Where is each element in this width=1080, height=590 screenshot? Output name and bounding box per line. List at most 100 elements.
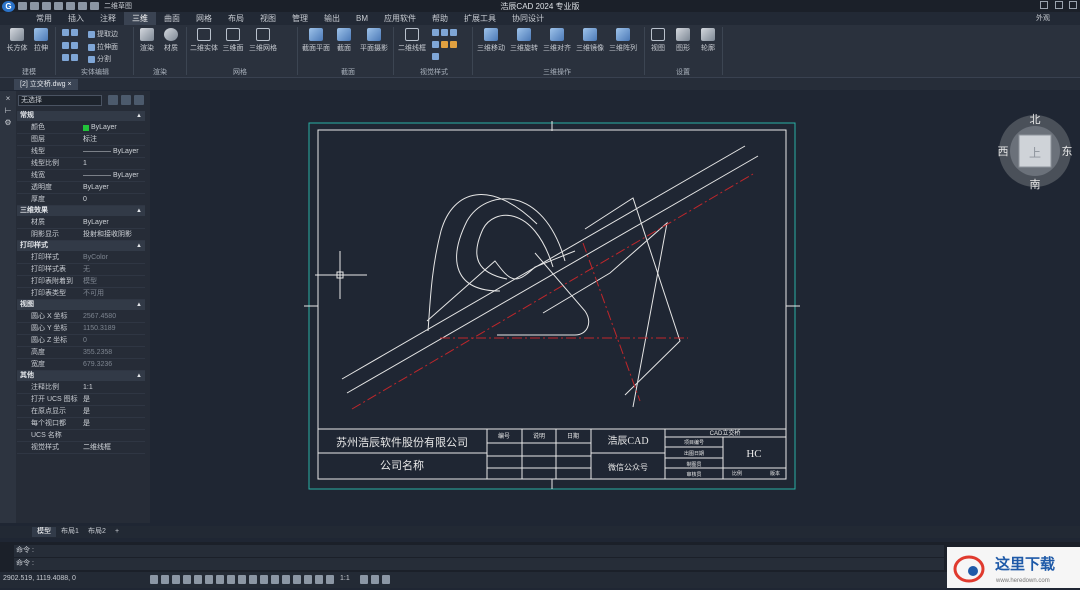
property-value[interactable]: ———— ByLayer [83,146,139,158]
drawing-svg[interactable]: 苏州浩辰软件股份有限公司 公司名称 编号 说明 日期 浩辰CAD 微信公众号 C… [155,91,1080,523]
menu-item[interactable]: 插入 [60,12,92,25]
transparency-icon[interactable] [227,575,235,584]
outline-button[interactable]: 轮廓 [697,28,719,53]
property-row[interactable]: 图层 标注 [17,134,145,146]
new-file-icon[interactable] [18,2,27,10]
pan-icon[interactable] [315,575,323,584]
ortho-icon[interactable] [172,575,180,584]
flatshot-button[interactable]: 平面摄影 [357,28,391,53]
menu-item[interactable]: 视图 [252,12,284,25]
viewcube[interactable]: 上 北 南 西 东 [998,113,1073,191]
property-row[interactable]: 视觉样式 二维线框 [17,442,145,454]
visual-style-gallery[interactable] [432,29,457,36]
boolean-tools[interactable] [62,54,78,61]
menu-item[interactable]: 输出 [316,12,348,25]
extract-edge-button[interactable]: 提取边 [88,29,118,39]
property-row[interactable]: 注释比例 1:1 [17,382,145,394]
property-value[interactable]: 投射和接收阴影 [83,229,132,241]
pickadd-icon[interactable] [108,95,118,105]
tab-layout2[interactable]: 布局2 [83,527,111,537]
visual-style-gallery[interactable] [432,53,439,60]
lineweight-icon[interactable] [216,575,224,584]
property-value[interactable]: ByLayer [83,217,109,229]
document-tab[interactable]: [2] 立交桥.dwg × [14,79,78,90]
property-value[interactable]: ByLayer [83,182,109,194]
move-3d-button[interactable]: 三维移动 [475,28,507,53]
property-section-header[interactable]: 其他 ▲ [17,371,145,381]
polar-icon[interactable] [183,575,191,584]
close-icon[interactable] [1069,1,1077,9]
section-button[interactable]: 截面 [333,28,355,53]
property-value[interactable]: 二维线框 [83,442,111,454]
save-icon[interactable] [42,2,51,10]
quick-props-icon[interactable] [260,575,268,584]
property-row[interactable]: 每个视口都 是 [17,418,145,430]
viewcube-east[interactable]: 东 [1062,145,1073,158]
property-value[interactable]: 0 [83,194,87,206]
dynamic-input-icon[interactable] [249,575,257,584]
property-value[interactable]: 0 [83,335,87,347]
property-row[interactable]: 圆心 X 坐标 2567.4580 [17,311,145,323]
property-value[interactable]: 是 [83,418,90,430]
property-row[interactable]: 打开 UCS 图标是 [17,394,145,406]
menu-item[interactable]: 曲面 [156,12,188,25]
extrude-face-button[interactable]: 拉伸面 [88,42,118,52]
property-value[interactable]: 无 [83,264,90,276]
command-input[interactable]: 命令 : [14,558,944,570]
property-row[interactable]: 打印表类型 不可用 [17,288,145,300]
property-row[interactable]: 透明度 ByLayer [17,182,145,194]
property-row[interactable]: 宽度 679.3236 [17,359,145,371]
isolate-icon[interactable] [293,575,301,584]
menu-item[interactable]: 帮助 [424,12,456,25]
extrude-button[interactable]: 拉伸 [30,28,52,53]
collapse-icon[interactable]: ▲ [136,206,142,216]
otrack-icon[interactable] [205,575,213,584]
menu-item[interactable]: 扩展工具 [456,12,504,25]
osnap-icon[interactable] [194,575,202,584]
property-value[interactable]: ByLayer [91,122,117,134]
boolean-tools[interactable] [62,42,78,49]
viewcube-top[interactable]: 上 [1029,146,1041,160]
property-value[interactable]: 标注 [83,134,97,146]
property-section-header[interactable]: 打印样式 ▲ [17,241,145,251]
property-value[interactable]: 模型 [83,276,97,288]
viewcube-west[interactable]: 西 [998,146,1009,158]
close-tab-icon[interactable]: × [67,81,71,88]
maximize-icon[interactable] [1055,1,1063,9]
property-value[interactable]: 355.2358 [83,347,112,359]
property-row[interactable]: 圆心 Z 坐标 0 [17,335,145,347]
slice-button[interactable]: 分割 [88,54,111,64]
appearance-menu[interactable]: 外观 [1036,13,1050,23]
annotation-visibility-icon[interactable] [360,575,368,584]
property-section-header[interactable]: 常规 ▲ [17,111,145,121]
render-button[interactable]: 渲染 [138,28,156,53]
workspace-switch-icon[interactable] [282,575,290,584]
redo-icon[interactable] [78,2,87,10]
surface-3d-button[interactable]: 三维面 [220,28,246,53]
property-value[interactable]: 1150.3189 [83,323,116,335]
property-row[interactable]: 在原点显示 是 [17,406,145,418]
quick-select-icon[interactable] [134,95,144,105]
print-icon[interactable] [54,2,63,10]
property-value[interactable]: ByColor [83,252,108,264]
workspace-dropdown[interactable]: 二维草图 [104,1,132,11]
tab-layout1[interactable]: 布局1 [56,527,84,537]
material-button[interactable]: 材质 [160,28,182,53]
menu-item[interactable]: 协同设计 [504,12,552,25]
annotation-scale[interactable]: 1:1 [340,575,350,582]
property-value[interactable]: ———— ByLayer [83,170,139,182]
property-row[interactable]: 阴影显示 投射和接收阴影 [17,229,145,241]
collapse-icon[interactable]: ▲ [136,371,142,381]
property-row[interactable]: UCS 名称 [17,430,145,442]
collapse-icon[interactable]: ▲ [136,300,142,310]
property-section-header[interactable]: 三维效果 ▲ [17,206,145,216]
mirror-3d-button[interactable]: 三维镜像 [574,28,606,53]
snap-icon[interactable] [161,575,169,584]
property-row[interactable]: 打印样式 ByColor [17,252,145,264]
property-row[interactable]: 线型 ———— ByLayer [17,146,145,158]
property-row[interactable]: 圆心 Y 坐标 1150.3189 [17,323,145,335]
property-value[interactable]: 2567.4580 [83,311,116,323]
property-row[interactable]: 高度 355.2358 [17,347,145,359]
menu-item[interactable]: BM [348,12,376,25]
zoom-icon[interactable] [304,575,312,584]
